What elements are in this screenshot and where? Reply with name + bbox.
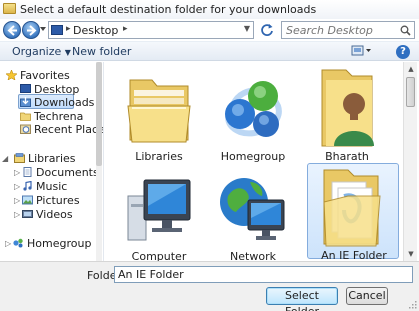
refresh-icon xyxy=(261,24,273,36)
help-button[interactable]: ? xyxy=(396,45,410,59)
item-an-ie-folder[interactable]: An IE Folder xyxy=(307,163,399,262)
desktop-icon xyxy=(51,25,63,35)
computer-icon xyxy=(127,179,191,241)
nav-label: Downloads xyxy=(34,96,95,109)
nav-label: Techrena xyxy=(34,110,84,123)
nav-label: Music xyxy=(36,180,68,193)
videos-icon xyxy=(22,210,33,218)
new-folder-button[interactable]: New folder xyxy=(72,45,131,58)
select-folder-button[interactable]: Select Folder xyxy=(266,287,338,311)
item-homegroup[interactable]: Homegroup xyxy=(207,64,299,163)
address-row: ▸ Desktop ▸ ▼ xyxy=(0,19,419,41)
file-list: Libraries Homegroup Bharath Computer Net… xyxy=(104,62,403,263)
downloads-icon xyxy=(20,97,31,107)
expand-icon[interactable]: ▷ xyxy=(5,239,11,248)
recent-pages-dropdown-icon[interactable] xyxy=(40,26,46,32)
item-label: Homegroup xyxy=(220,150,286,163)
breadcrumb-chevron-icon[interactable]: ▸ xyxy=(66,24,71,34)
navigation-pane: Favorites Desktop Downloads Techrena Rec… xyxy=(0,62,111,261)
nav-label: Desktop xyxy=(34,83,80,96)
window-title: Select a default destination folder for … xyxy=(20,3,317,16)
nav-label: Videos xyxy=(36,208,73,221)
item-computer[interactable]: Computer xyxy=(113,164,205,263)
homegroup-icon xyxy=(13,238,23,248)
homegroup-icon xyxy=(225,81,282,137)
scrollbar-thumb[interactable] xyxy=(406,77,415,107)
folder-icon xyxy=(20,112,31,121)
expand-icon[interactable]: ▷ xyxy=(14,168,20,177)
forward-button[interactable] xyxy=(22,21,40,39)
scroll-down-icon[interactable]: ▼ xyxy=(404,247,418,261)
desktop-icon xyxy=(20,84,31,93)
command-bar: Organize ▼ New folder ? xyxy=(0,41,419,61)
network-icon xyxy=(220,178,285,240)
title-bar: Select a default destination folder for … xyxy=(0,0,419,19)
nav-label: Libraries xyxy=(28,152,76,165)
view-options-icon[interactable] xyxy=(351,45,373,58)
libraries-icon xyxy=(127,79,191,143)
nav-label: Pictures xyxy=(36,194,80,207)
item-libraries[interactable]: Libraries xyxy=(113,64,205,163)
dialog-footer: Folder: Select Folder Cancel xyxy=(0,261,419,311)
scroll-up-icon[interactable]: ▲ xyxy=(404,62,418,76)
nav-label: Documents xyxy=(36,166,99,179)
folder-name-field[interactable] xyxy=(114,266,413,283)
search-box[interactable] xyxy=(281,21,415,39)
arrow-left-icon xyxy=(7,25,17,36)
music-icon xyxy=(23,181,32,191)
pictures-icon xyxy=(22,195,33,205)
breadcrumb-chevron-icon[interactable]: ▸ xyxy=(123,24,128,34)
star-icon xyxy=(6,70,17,80)
collapse-icon[interactable]: ◢ xyxy=(2,154,8,163)
breadcrumb-location[interactable]: Desktop xyxy=(73,24,118,37)
search-icon[interactable] xyxy=(400,25,411,36)
item-label: Bharath xyxy=(325,150,369,163)
folder-icon xyxy=(3,3,16,14)
organize-button[interactable]: Organize ▼ xyxy=(12,45,71,58)
expand-icon[interactable]: ▷ xyxy=(14,182,20,191)
item-network[interactable]: Network xyxy=(207,164,299,263)
libraries-icon xyxy=(14,153,25,163)
expand-icon[interactable]: ▷ xyxy=(14,210,20,219)
refresh-button[interactable] xyxy=(258,22,276,38)
item-label: Libraries xyxy=(135,150,183,163)
navigation-scrollbar-thumb[interactable] xyxy=(96,62,102,166)
back-button[interactable] xyxy=(3,21,21,39)
user-folder-icon xyxy=(321,69,374,147)
item-bharath[interactable]: Bharath xyxy=(301,64,393,163)
cancel-button[interactable]: Cancel xyxy=(346,287,388,305)
resize-grip-icon[interactable] xyxy=(408,300,417,309)
arrow-right-icon xyxy=(27,25,37,36)
address-dropdown-icon[interactable]: ▼ xyxy=(244,24,250,33)
organize-label: Organize xyxy=(12,45,62,58)
help-icon: ? xyxy=(400,46,406,57)
folder-icon xyxy=(323,169,381,247)
address-bar[interactable]: ▸ Desktop ▸ ▼ xyxy=(48,21,254,39)
content-scrollbar[interactable]: ▲ ▼ xyxy=(403,62,417,261)
expand-icon[interactable]: ▷ xyxy=(14,196,20,205)
search-input[interactable] xyxy=(286,24,396,37)
chevron-down-icon: ▼ xyxy=(64,48,71,57)
recent-places-icon xyxy=(20,124,31,134)
documents-icon xyxy=(23,167,32,177)
nav-label: Homegroup xyxy=(27,237,92,250)
nav-label: Favorites xyxy=(20,69,70,82)
